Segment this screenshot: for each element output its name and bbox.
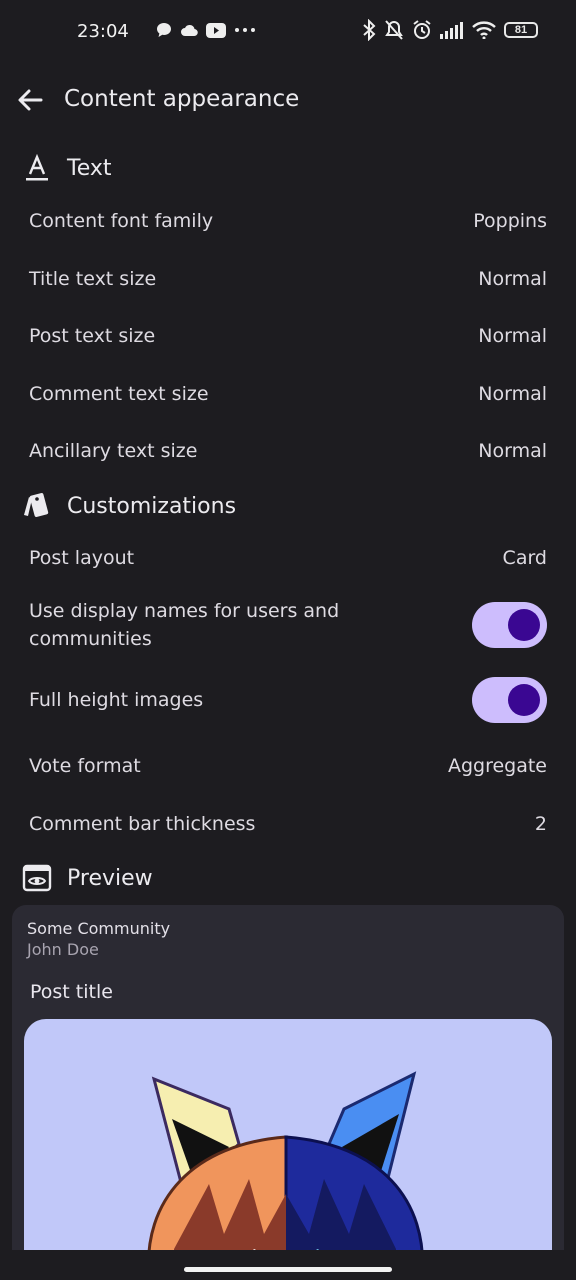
setting-value: 2 [534, 813, 547, 835]
section-header-customizations: Customizations [20, 486, 236, 526]
setting-content-font-family[interactable]: Content font family Poppins [29, 207, 547, 235]
style-cards-icon [20, 489, 54, 523]
setting-display-names[interactable]: Use display names for users and communit… [29, 597, 547, 653]
setting-label: Content font family [29, 210, 214, 232]
display-names-toggle[interactable] [472, 602, 547, 648]
section-title: Text [67, 155, 112, 181]
status-notification-icons [156, 22, 256, 38]
chat-bubble-icon [157, 23, 171, 37]
post-image [24, 1019, 552, 1265]
wifi-icon [472, 21, 496, 39]
text-format-icon [20, 151, 54, 185]
status-bar: 23:04 81 [0, 0, 576, 64]
toggle-knob [508, 609, 540, 641]
preview-eye-icon [20, 861, 54, 895]
setting-comment-text-size[interactable]: Comment text size Normal [29, 380, 547, 408]
section-title: Customizations [67, 493, 237, 519]
setting-title-text-size[interactable]: Title text size Normal [29, 265, 547, 293]
app-bar: Content appearance [0, 70, 576, 130]
back-button[interactable] [14, 84, 46, 116]
post-community: Some Community [27, 919, 171, 938]
battery-indicator: 81 [504, 22, 538, 38]
section-header-text: Text [20, 148, 112, 188]
setting-label: Comment text size [29, 383, 209, 405]
setting-label: Post text size [29, 325, 156, 347]
setting-vote-format[interactable]: Vote format Aggregate [29, 752, 547, 780]
setting-value: Normal [478, 383, 547, 405]
setting-label: Ancillary text size [29, 440, 198, 462]
section-title: Preview [67, 865, 153, 891]
setting-value: Poppins [473, 210, 547, 232]
preview-post-card: Some Community John Doe Post title [12, 905, 564, 1265]
alarm-icon [413, 20, 431, 39]
setting-value: Normal [478, 440, 547, 462]
setting-label: Title text size [29, 268, 157, 290]
more-notifications-icon [235, 28, 255, 32]
setting-value: Normal [478, 268, 547, 290]
setting-ancillary-text-size[interactable]: Ancillary text size Normal [29, 437, 547, 465]
setting-value: Aggregate [447, 755, 547, 777]
bluetooth-icon [363, 19, 376, 41]
post-author: John Doe [27, 940, 99, 959]
cloud-icon [181, 24, 198, 37]
post-title: Post title [30, 981, 113, 1003]
youtube-icon [206, 22, 226, 38]
setting-post-layout[interactable]: Post layout Card [29, 544, 547, 572]
setting-comment-bar-thickness[interactable]: Comment bar thickness 2 [29, 810, 547, 838]
status-time: 23:04 [77, 21, 129, 42]
setting-label: Full height images [29, 689, 204, 711]
full-height-images-toggle[interactable] [472, 677, 547, 723]
arrow-back-icon [18, 89, 43, 111]
mute-bell-icon [385, 20, 403, 40]
section-header-preview: Preview [20, 858, 153, 898]
setting-value: Normal [478, 325, 547, 347]
setting-post-text-size[interactable]: Post text size Normal [29, 322, 547, 350]
setting-label: Vote format [29, 755, 141, 777]
gesture-nav-bar [0, 1250, 576, 1280]
home-gesture-handle[interactable] [184, 1267, 392, 1272]
setting-value: Card [502, 547, 547, 569]
setting-label: Comment bar thickness [29, 813, 256, 835]
toggle-knob [508, 684, 540, 716]
fox-mascot-illustration [146, 1071, 425, 1265]
signal-icon [440, 22, 463, 39]
page-title: Content appearance [64, 86, 300, 112]
status-system-icons: 81 [362, 19, 538, 41]
setting-label: Use display names for users and communit… [29, 600, 340, 650]
setting-full-height-images[interactable]: Full height images [29, 677, 547, 723]
setting-label: Post layout [29, 547, 135, 569]
